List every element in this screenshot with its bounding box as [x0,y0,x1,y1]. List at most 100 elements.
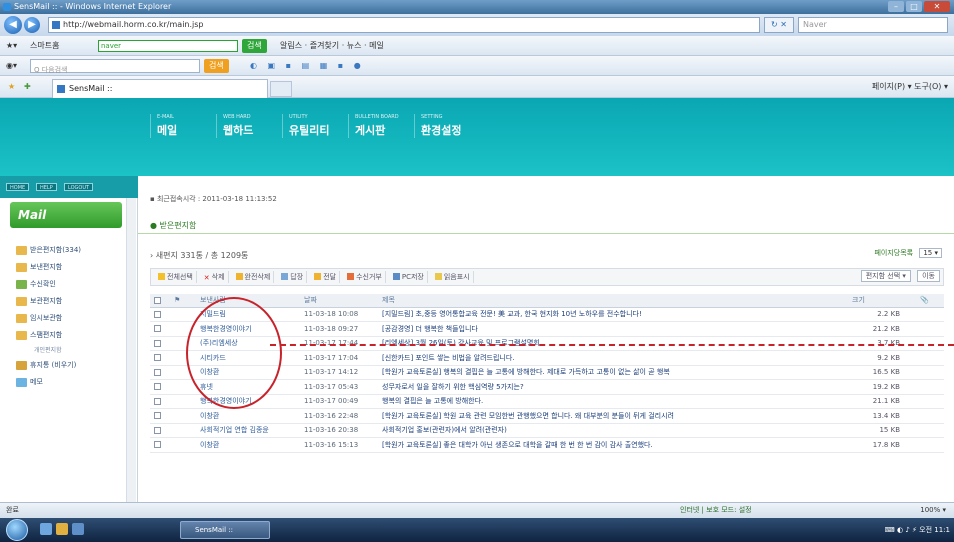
folder-personal[interactable]: 개인편지함 [14,344,126,357]
permanent-delete-button[interactable]: 완전삭제 [233,271,275,283]
folder-select[interactable]: 편지함 선택 ▾ [860,270,911,282]
add-favorite-icon[interactable]: ✚ [24,76,31,98]
nav-board[interactable]: BULLETIN BOARD 게시판 [348,114,414,138]
row-subject[interactable]: [신한카드] 포인트 쌓는 비법을 알려드립니다. [378,350,848,366]
daum-tool-icons[interactable]: ◐ ▣ ▪ ▤ ▦ ▪ ● [250,56,365,76]
row-checkbox[interactable] [154,325,161,333]
row-checkbox[interactable] [154,412,161,420]
col-date[interactable]: 날짜 [300,294,378,308]
row-check-cell[interactable] [150,379,170,395]
per-page-select[interactable]: 15 ▾ [919,248,942,258]
row-subject[interactable]: 사회적기업 홍보(관련자)에서 알려(관련자) [378,423,848,438]
table-row[interactable]: 이창환 11-03-16 22:48 [학원가 교육토론실] 학원 교육 관련 모임… [150,408,944,424]
favorites-star-icon[interactable]: ★ [8,76,15,98]
nav-settings[interactable]: SETTING 환경설정 [414,114,480,138]
home-button[interactable]: HOME [6,183,30,191]
logout-button[interactable]: LOGOUT [64,183,94,191]
row-subject[interactable]: 행복의 결핍은 늘 고통에 방해한다. [378,394,848,409]
daum-search-button[interactable]: 검색 [204,59,229,73]
row-check-cell[interactable] [150,321,170,337]
quicklaunch-ie-icon[interactable] [40,523,52,535]
quicklaunch-desktop-icon[interactable] [72,523,84,535]
refresh-button[interactable]: ↻ ✕ [764,17,794,33]
block-button[interactable]: 수신거부 [344,271,386,283]
row-checkbox[interactable] [154,383,161,391]
naver-search-button[interactable]: 검색 [242,39,267,53]
table-row[interactable]: 행복한경영이야기 11-03-17 00:49 행복의 결핍은 늘 고통에 방해한다… [150,394,944,409]
new-tab-button[interactable] [270,81,292,97]
daum-icon[interactable]: ◉▾ [6,56,17,76]
daum-search-input[interactable]: Q 다음검색 [30,59,200,74]
folder-receipt[interactable]: 수신확인 [14,276,126,293]
minimize-button[interactable]: – [888,1,904,12]
folder-drafts[interactable]: 임시보관함 [14,310,126,327]
row-check-cell[interactable] [150,423,170,438]
browser-search-input[interactable]: Naver [798,17,948,33]
smarthome-link[interactable]: 스마트홈 [30,36,59,56]
nav-webhard[interactable]: WEB HARD 웹하드 [216,114,282,138]
row-check-cell[interactable] [150,336,170,351]
sidebar-scrollbar[interactable] [126,198,136,502]
folder-trash[interactable]: 휴지통 (비우기) [14,357,126,374]
row-checkbox[interactable] [154,310,161,318]
taskbar-ie-task[interactable]: SensMail :: [180,521,270,539]
col-check[interactable] [150,294,170,308]
quicklaunch-folder-icon[interactable] [56,523,68,535]
pc-save-button[interactable]: PC저장 [390,271,428,283]
folder-sent[interactable]: 보낸편지함 [14,259,126,276]
select-all-button[interactable]: 전체선택 [155,271,197,283]
start-button[interactable] [6,519,28,541]
row-subject[interactable]: [지밀드림] 초,중등 영어통합교육 전문! 美 교과, 한국 현지화 10년 … [378,307,848,322]
table-row[interactable]: 이창환 11-03-16 15:13 [학원가 교육토론실] 좋은 대학가 아닌 생… [150,437,944,453]
move-button[interactable]: 이동 [917,270,940,282]
forward-button[interactable]: 전달 [311,271,341,283]
row-check-cell[interactable] [150,408,170,424]
nav-mail[interactable]: E-MAIL 메일 [150,114,216,138]
row-sender[interactable]: 이창환 [196,437,300,453]
command-bar-right[interactable]: 페이지(P) ▾ 도구(O) ▾ [872,76,948,98]
row-check-cell[interactable] [150,437,170,453]
help-button[interactable]: HELP [36,183,57,191]
toolbar-shortcuts[interactable]: 알림스 · 즐겨찾기 · 뉴스 · 메일 [280,36,384,56]
col-subject[interactable]: 제목 [378,294,848,308]
nav-utility[interactable]: UTILITY 유틸리티 [282,114,348,138]
row-checkbox[interactable] [154,441,161,449]
row-subject[interactable]: 성무자로서 일을 잘하기 위한 핵심역량 5가지는? [378,379,848,395]
row-checkbox[interactable] [154,397,161,405]
zoom-control[interactable]: 100% ▾ [920,503,946,518]
row-checkbox[interactable] [154,354,161,362]
row-checkbox[interactable] [154,339,161,347]
close-button[interactable]: ✕ [924,1,950,12]
folder-archive[interactable]: 보관편지함 [14,293,126,310]
row-check-cell[interactable] [150,394,170,409]
row-check-cell[interactable] [150,350,170,366]
back-icon[interactable]: ◀ [4,16,22,34]
reply-button[interactable]: 답장 [278,271,308,283]
naver-search-input[interactable]: naver [98,40,238,52]
folder-spam[interactable]: 스팸편지함 [14,327,126,344]
forward-icon[interactable]: ▶ [24,17,40,33]
row-subject[interactable]: [학원가 교육토론실] 학원 교육 관련 모임한번 관행했으면 합니다. 왜 대… [378,408,848,424]
row-sender[interactable]: 이창환 [196,408,300,424]
row-sender[interactable]: 사회적기업 연합 김종윤 [196,423,300,438]
select-all-checkbox[interactable] [154,296,161,304]
col-size[interactable]: 크기 [848,294,916,308]
row-checkbox[interactable] [154,368,161,376]
table-row[interactable]: 사회적기업 연합 김종윤 11-03-16 20:38 사회적기업 홍보(관련자)에… [150,423,944,438]
row-check-cell[interactable] [150,307,170,322]
row-check-cell[interactable] [150,365,170,380]
favorites-icon[interactable]: ★▾ [6,36,17,56]
mark-read-button[interactable]: 읽음표시 [432,271,474,283]
delete-button[interactable]: ✕ 삭제 [201,271,229,283]
clock[interactable]: 오전 11:1 [919,526,950,534]
maximize-button[interactable]: □ [906,1,922,12]
folder-memo[interactable]: 메모 [14,374,126,391]
tray-icons[interactable]: ⌨ ◐ ♪ ⚡ [885,526,920,534]
folder-inbox[interactable]: 받은편지함(334) [14,242,126,259]
row-subject[interactable]: [공감경영] 더 행복한 책들입니다 [378,321,848,337]
browser-tab[interactable]: SensMail :: [52,79,268,98]
row-subject[interactable]: [학원가 교육토론실] 행복의 결핍은 늘 고통에 방해한다. 제대로 가득하고… [378,365,848,380]
row-subject[interactable]: [학원가 교육토론실] 좋은 대학가 아닌 생존으로 대학을 갈때 한 번 한 … [378,437,848,453]
row-checkbox[interactable] [154,426,161,434]
address-bar[interactable]: http://webmail.horm.co.kr/main.jsp [48,17,760,33]
